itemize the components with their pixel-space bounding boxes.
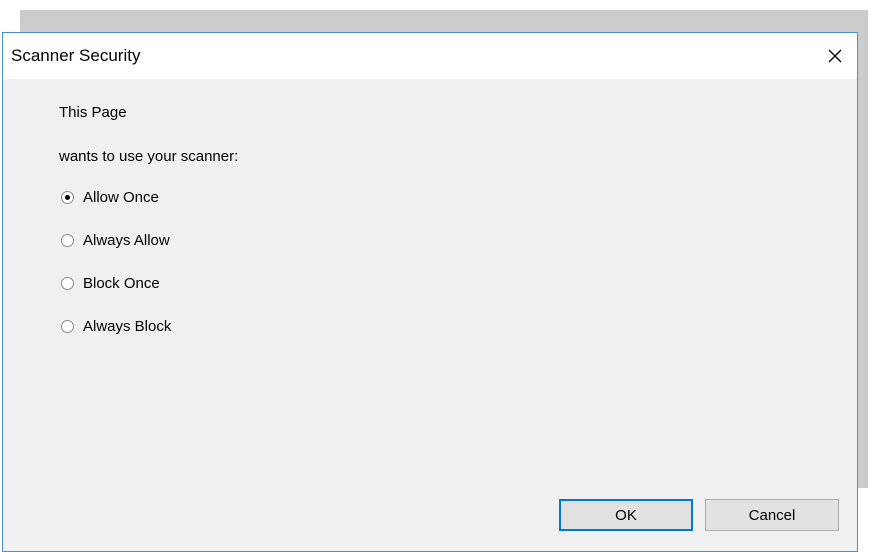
option-allow-once[interactable]: Allow Once (61, 187, 159, 207)
close-icon (828, 49, 842, 63)
radio-button[interactable] (61, 319, 74, 333)
radio-selected-dot (65, 194, 70, 200)
option-label: Always Block (83, 317, 172, 335)
scanner-security-dialog: Scanner Security This Page wants to use … (2, 32, 858, 552)
option-always-allow[interactable]: Always Allow (61, 230, 170, 250)
radio-button[interactable] (61, 190, 74, 204)
message-line-2: wants to use your scanner: (59, 148, 239, 165)
close-button[interactable] (813, 33, 857, 79)
radio-button[interactable] (61, 233, 74, 247)
option-always-block[interactable]: Always Block (61, 316, 171, 336)
option-label: Always Allow (83, 231, 170, 249)
dialog-title: Scanner Security (11, 46, 141, 65)
ok-button[interactable]: OK (559, 499, 693, 531)
background-window-edge (20, 10, 868, 32)
dialog-content: This Page wants to use your scanner: All… (3, 79, 857, 551)
option-label: Allow Once (83, 188, 159, 206)
cancel-button[interactable]: Cancel (705, 499, 839, 531)
title-bar: Scanner Security (3, 33, 857, 79)
radio-button[interactable] (61, 276, 74, 290)
option-block-once[interactable]: Block Once (61, 273, 160, 293)
option-label: Block Once (83, 274, 160, 292)
message-line-1: This Page (59, 104, 127, 121)
